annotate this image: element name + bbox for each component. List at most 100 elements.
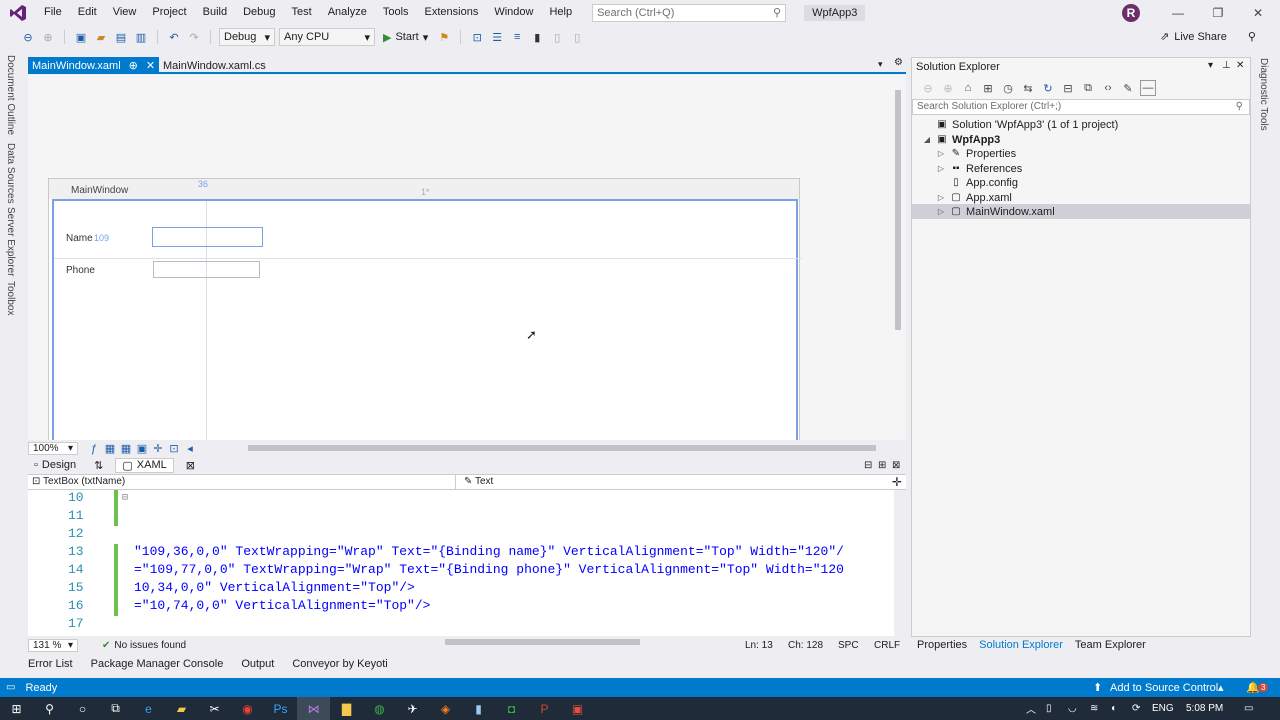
forward-icon[interactable]: ⊕ bbox=[940, 80, 956, 96]
cortana-icon[interactable]: ○ bbox=[66, 697, 99, 720]
designer-horizontal-scroll-thumb[interactable] bbox=[248, 445, 876, 451]
minimize-icon[interactable]: — bbox=[1158, 0, 1198, 25]
code-editor[interactable]: 10 11 12 13 14 15 16 17 ⊟ "109,36,0,0" T… bbox=[28, 490, 894, 636]
tab-diagnostic-tools[interactable]: Diagnostic Tools bbox=[1258, 58, 1269, 131]
collapsed-caret-icon[interactable]: ▷ bbox=[936, 193, 946, 202]
popout-icon[interactable]: ⊠ bbox=[180, 459, 201, 472]
menu-build[interactable]: Build bbox=[195, 0, 235, 25]
powerpoint-icon[interactable]: P bbox=[528, 697, 561, 720]
close-window-icon[interactable]: ✕ bbox=[1238, 0, 1278, 25]
sync-icon[interactable]: ⇆ bbox=[1020, 80, 1036, 96]
indent-mode[interactable]: SPC bbox=[838, 640, 859, 651]
bookmark-prev-icon[interactable]: ▯ bbox=[549, 29, 565, 45]
tab-document-outline[interactable]: Document Outline bbox=[5, 55, 16, 135]
tree-item-app-xaml[interactable]: ▷ ▢ App.xaml bbox=[912, 190, 1250, 205]
code-line-16[interactable]: ="10,74,0,0" VerticalAlignment="Top"/> bbox=[134, 598, 430, 613]
tab-output[interactable]: Output bbox=[241, 658, 284, 670]
phone-label[interactable]: Phone bbox=[66, 265, 95, 276]
visual-studio-taskbar-icon[interactable]: ⋈ bbox=[297, 697, 330, 720]
tab-mainwindow-xaml-cs[interactable]: MainWindow.xaml.cs bbox=[159, 57, 270, 74]
forward-icon[interactable]: ⊕ bbox=[40, 29, 56, 45]
back-icon[interactable]: ⊖ bbox=[20, 29, 36, 45]
photoshop-icon[interactable]: Ps bbox=[264, 697, 297, 720]
device-icon[interactable]: ⊡ bbox=[166, 441, 182, 457]
menu-project[interactable]: Project bbox=[144, 0, 194, 25]
edge-icon[interactable]: e bbox=[132, 697, 165, 720]
line-endings[interactable]: CRLF bbox=[874, 640, 900, 651]
undo-icon[interactable]: ↶ bbox=[166, 29, 182, 45]
tab-solution-explorer[interactable]: Solution Explorer bbox=[979, 639, 1063, 651]
expanded-caret-icon[interactable]: ◢ bbox=[922, 135, 932, 144]
split-horizontal-icon[interactable]: ⊟ bbox=[864, 460, 872, 471]
document-icon[interactable]: ▮ bbox=[462, 697, 495, 720]
tab-properties[interactable]: Properties bbox=[917, 639, 967, 651]
tab-server-explorer[interactable]: Server Explorer bbox=[5, 207, 16, 276]
tree-item-properties[interactable]: ▷ ✎ Properties bbox=[912, 146, 1250, 161]
tab-team-explorer[interactable]: Team Explorer bbox=[1075, 639, 1146, 651]
sticky-notes-icon[interactable]: ▇ bbox=[330, 697, 363, 720]
issues-status[interactable]: No issues found bbox=[114, 640, 186, 651]
split-vertical-icon[interactable]: ⊞ bbox=[878, 460, 886, 471]
bird-icon[interactable]: ✈ bbox=[396, 697, 429, 720]
tree-item-project[interactable]: ◢ ▣ WpfApp3 bbox=[912, 132, 1250, 147]
open-folder-icon[interactable]: ▰ bbox=[93, 29, 109, 45]
show-all-files-icon[interactable]: ⧉ bbox=[1080, 80, 1096, 96]
collapsed-caret-icon[interactable]: ▷ bbox=[936, 207, 946, 216]
bookmark-next-icon[interactable]: ▯ bbox=[569, 29, 585, 45]
swap-panes-icon[interactable]: ⇅ bbox=[88, 459, 109, 472]
tab-toolbox[interactable]: Toolbox bbox=[5, 281, 16, 315]
editor-horizontal-scroll-thumb[interactable] bbox=[445, 639, 640, 645]
uncomment-icon[interactable]: ≡ bbox=[509, 29, 525, 45]
close-icon[interactable]: ✕ bbox=[146, 59, 155, 72]
bookmark-icon[interactable]: ▮ bbox=[529, 29, 545, 45]
xaml-designer[interactable]: MainWindow 36 1* Name 109 Phone ➚ bbox=[28, 75, 906, 440]
tree-item-mainwindow-xaml[interactable]: ▷ ▢ MainWindow.xaml bbox=[912, 204, 1250, 219]
tab-mainwindow-xaml[interactable]: MainWindow.xaml ⊕ ✕ bbox=[28, 57, 159, 74]
code-line-14[interactable]: ="109,77,0,0" TextWrapping="Wrap" Text="… bbox=[134, 562, 844, 577]
panel-menu-icon[interactable]: ▾ bbox=[1208, 60, 1213, 71]
collapse-all-icon[interactable]: ⊟ bbox=[1060, 80, 1076, 96]
solution-search-input[interactable]: Search Solution Explorer (Ctrl+;) ⚲ bbox=[912, 99, 1250, 115]
refresh-icon[interactable]: ↻ bbox=[1040, 80, 1056, 96]
live-share-button[interactable]: ⇗ Live Share ⚲ bbox=[1160, 30, 1256, 44]
menu-view[interactable]: View bbox=[105, 0, 145, 25]
view-code-icon[interactable]: ‹› bbox=[1100, 80, 1116, 96]
snipping-tool-icon[interactable]: ✂ bbox=[198, 697, 231, 720]
tab-error-list[interactable]: Error List bbox=[28, 658, 83, 670]
search-input[interactable]: Search (Ctrl+Q) ⚲ bbox=[592, 3, 787, 22]
snap-grid-icon[interactable]: ▦ bbox=[118, 441, 134, 457]
account-avatar[interactable]: R bbox=[1122, 4, 1140, 22]
pin-icon[interactable]: ⊥ bbox=[1222, 60, 1231, 71]
tab-overflow-icon[interactable]: ▾ bbox=[878, 59, 883, 70]
configuration-dropdown[interactable]: Debug ▾ bbox=[219, 28, 275, 46]
maximize-icon[interactable]: ❐ bbox=[1198, 0, 1238, 25]
orange-app-icon[interactable]: ◈ bbox=[429, 697, 462, 720]
browser-link-icon[interactable]: ⚑ bbox=[436, 29, 452, 45]
member-dropdown[interactable]: ✎ Text bbox=[460, 475, 888, 489]
clock[interactable]: 5:08 PM bbox=[1186, 703, 1223, 714]
tab-package-manager-console[interactable]: Package Manager Console bbox=[91, 658, 234, 670]
save-all-icon[interactable]: ▥ bbox=[133, 29, 149, 45]
save-icon[interactable]: ▤ bbox=[113, 29, 129, 45]
preview-icon[interactable]: — bbox=[1140, 80, 1156, 96]
add-to-source-control-button[interactable]: Add to Source Control bbox=[1110, 682, 1218, 694]
menu-extensions[interactable]: Extensions bbox=[417, 0, 487, 25]
element-dropdown[interactable]: ⊡ TextBox (txtName) bbox=[28, 475, 456, 489]
action-center-icon[interactable]: ▭ bbox=[1244, 703, 1253, 714]
xaml-tools-icon[interactable]: ⊡ bbox=[469, 29, 485, 45]
tab-conveyor[interactable]: Conveyor by Keyoti bbox=[292, 658, 397, 670]
tab-xaml[interactable]: ▢ XAML bbox=[115, 457, 174, 473]
back-icon[interactable]: ⊖ bbox=[920, 80, 936, 96]
green-app-icon[interactable]: ◘ bbox=[495, 697, 528, 720]
language-indicator[interactable]: ENG bbox=[1152, 703, 1174, 714]
designer-vertical-scrollbar[interactable] bbox=[893, 78, 903, 438]
platform-dropdown[interactable]: Any CPU ▾ bbox=[279, 28, 375, 46]
collapse-pane-icon[interactable]: ⊠ bbox=[892, 460, 900, 471]
collapse-outline-icon[interactable]: ⊟ bbox=[122, 492, 128, 504]
task-view-icon[interactable]: ⧉ bbox=[99, 697, 132, 720]
editor-zoom-dropdown[interactable]: 131 % ▾ bbox=[28, 638, 78, 652]
designer-window[interactable]: MainWindow 36 1* Name 109 Phone bbox=[48, 178, 802, 440]
home-icon[interactable]: ⌂ bbox=[960, 80, 976, 96]
phone-textbox[interactable] bbox=[153, 261, 260, 278]
pin-icon[interactable]: ⊕ bbox=[129, 59, 138, 72]
